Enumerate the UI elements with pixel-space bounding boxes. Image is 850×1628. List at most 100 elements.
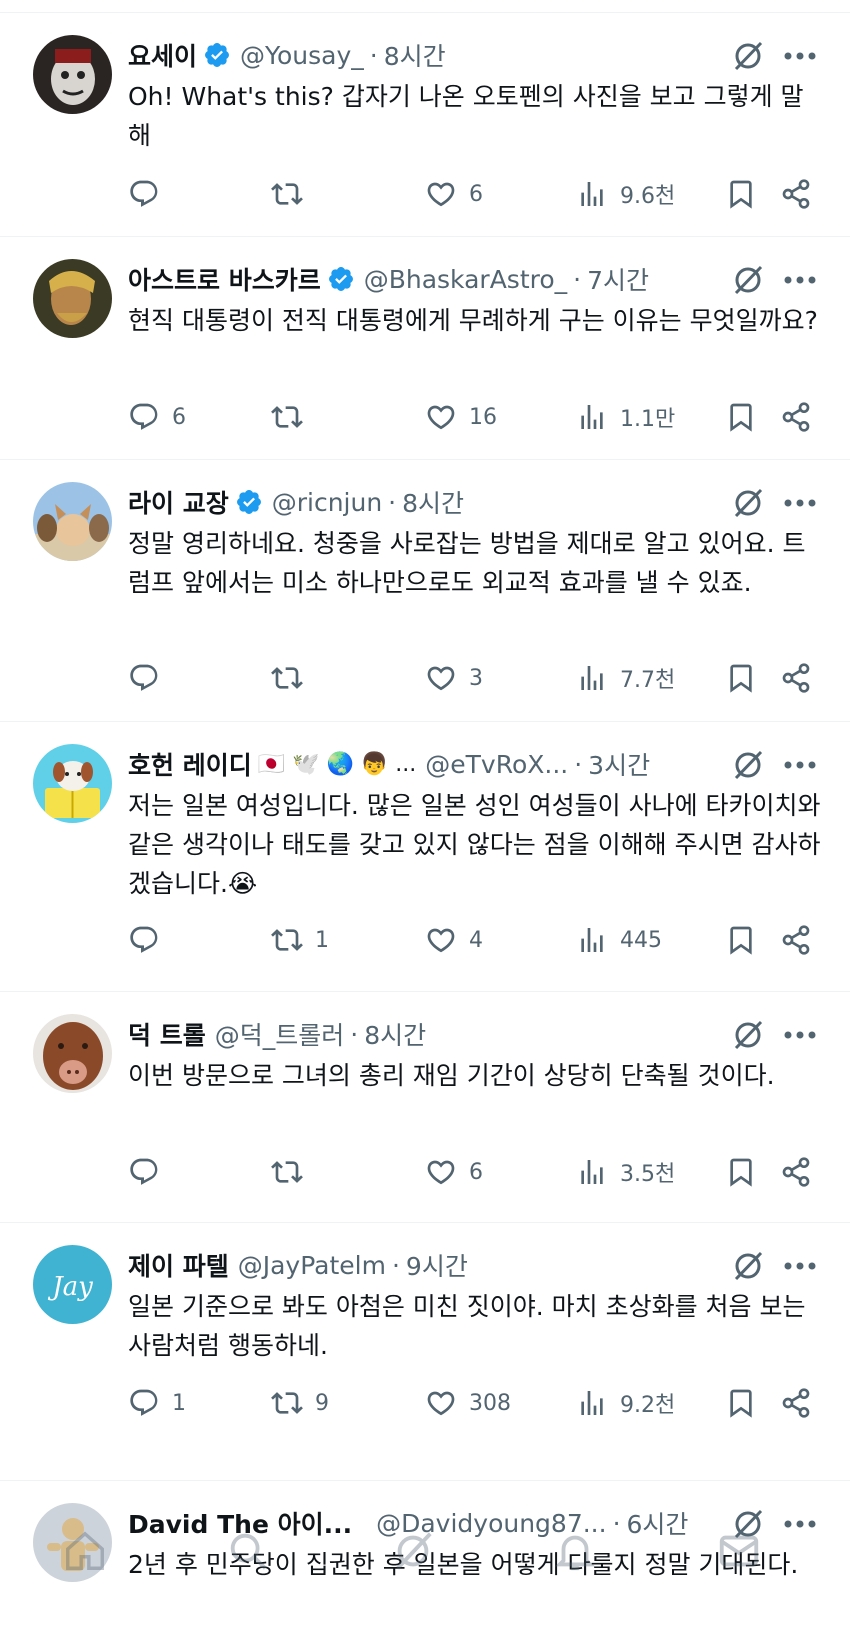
tweet[interactable]: Jay 제이 파텔 @JayPatelm · 9시간 일본 기준으로 봐도 아첨… [0, 1223, 850, 1481]
bookmark-button[interactable] [725, 174, 757, 214]
display-name[interactable]: 덕 트롤 [128, 1016, 206, 1052]
views-button[interactable]: 9.2천 [576, 1383, 675, 1423]
more-icon[interactable] [784, 1030, 816, 1040]
handle[interactable]: @JayPatelm [238, 1251, 386, 1280]
bookmark-button[interactable] [725, 920, 757, 960]
retweet-icon [271, 183, 303, 205]
separator-dot: · [574, 749, 583, 779]
bookmark-button[interactable] [725, 397, 757, 437]
more-icon[interactable] [784, 498, 816, 508]
share-button[interactable] [780, 1383, 812, 1423]
tweet[interactable]: 아스트로 바스카르 @BhaskarAstro_ · 7시간 현직 대통령이 전… [0, 237, 850, 460]
share-button[interactable] [780, 174, 812, 214]
display-name[interactable]: 제이 파텔 [128, 1247, 229, 1283]
timestamp[interactable]: 9시간 [406, 1247, 468, 1283]
grok-icon[interactable] [731, 748, 765, 782]
handle[interactable]: @eTvRoX... [425, 750, 568, 779]
retweet-icon [271, 1392, 303, 1414]
bookmark-button[interactable] [725, 1152, 757, 1192]
views-button[interactable]: 3.5천 [576, 1152, 675, 1192]
tweet-header: 호헌 레이디 🇯🇵 🕊️ 🌏 👦 ... @eTvRoX... · 3시간 [128, 746, 730, 782]
view-count: 9.6천 [620, 184, 676, 209]
grok-icon[interactable] [731, 1249, 765, 1283]
views-button[interactable]: 9.6천 [576, 174, 675, 214]
view-count: 3.5천 [620, 1162, 676, 1187]
retweet-button[interactable] [271, 397, 315, 437]
reply-button[interactable] [128, 920, 172, 960]
share-button[interactable] [780, 920, 812, 960]
views-button[interactable]: 445 [576, 920, 662, 960]
like-button[interactable]: 6 [425, 1152, 483, 1192]
avatar[interactable] [33, 35, 112, 114]
like-button[interactable]: 3 [425, 658, 483, 698]
tweet-text: 일본 기준으로 봐도 아첨은 미친 짓이야. 마치 초상화를 처음 보는 사람처… [128, 1292, 806, 1360]
grok-icon[interactable] [731, 1018, 765, 1052]
more-icon[interactable] [784, 51, 816, 61]
display-name[interactable]: 호헌 레이디 [128, 746, 252, 782]
avatar[interactable] [33, 259, 112, 338]
like-button[interactable]: 308 [425, 1383, 511, 1423]
search-icon[interactable] [225, 1528, 271, 1574]
heart-icon [427, 1391, 455, 1416]
display-name[interactable]: 아스트로 바스카르 [128, 261, 321, 297]
verified-badge-icon [236, 490, 261, 514]
handle[interactable]: @덕_트롤러 [215, 1016, 345, 1052]
retweet-button[interactable]: 1 [271, 920, 329, 960]
avatar[interactable] [33, 1014, 112, 1093]
bookmark-icon [730, 180, 752, 209]
views-button[interactable]: 1.1만 [576, 397, 675, 437]
timestamp[interactable]: 8시간 [402, 484, 464, 520]
avatar[interactable]: Jay [33, 1245, 112, 1324]
grok-icon[interactable] [731, 39, 765, 73]
tweet-header: 덕 트롤 @덕_트롤러 · 8시간 [128, 1016, 730, 1052]
share-button[interactable] [780, 1152, 812, 1192]
reply-button[interactable]: 1 [128, 1383, 186, 1423]
share-button[interactable] [780, 397, 812, 437]
handle[interactable]: @BhaskarAstro_ [364, 265, 567, 294]
more-icon[interactable] [784, 275, 816, 285]
retweet-button[interactable] [271, 658, 315, 698]
more-icon[interactable] [784, 1261, 816, 1271]
reply-button[interactable] [128, 174, 172, 214]
handle[interactable]: @ricnjun [272, 488, 382, 517]
more-icon[interactable] [784, 760, 816, 770]
views-button[interactable]: 7.7천 [576, 658, 675, 698]
reply-button[interactable]: 6 [128, 397, 186, 437]
bottom-nav-bar [0, 1488, 850, 1628]
avatar[interactable] [33, 482, 112, 561]
avatar[interactable] [33, 744, 112, 823]
reply-button[interactable] [128, 658, 172, 698]
share-icon [782, 179, 810, 209]
like-button[interactable]: 6 [425, 174, 483, 214]
timestamp[interactable]: 3시간 [588, 746, 650, 782]
display-name[interactable]: 라이 교장 [128, 484, 229, 520]
timestamp[interactable]: 8시간 [384, 37, 446, 73]
like-button[interactable]: 16 [425, 397, 497, 437]
bookmark-button[interactable] [725, 658, 757, 698]
like-button[interactable]: 4 [425, 920, 483, 960]
tweet[interactable]: 라이 교장 @ricnjun · 8시간 정말 영리하네요. 청중을 사로잡는 … [0, 460, 850, 722]
tweet[interactable]: 호헌 레이디 🇯🇵 🕊️ 🌏 👦 ... @eTvRoX... · 3시간 저는… [0, 722, 850, 992]
display-name[interactable]: 요세이 [128, 37, 197, 73]
reply-icon [130, 1389, 158, 1416]
tweet[interactable]: 덕 트롤 @덕_트롤러 · 8시간 이번 방문으로 그녀의 총리 재임 기간이 … [0, 992, 850, 1223]
bookmark-icon [730, 664, 752, 693]
notifications-bell-icon[interactable] [552, 1528, 598, 1574]
grok-icon[interactable] [731, 263, 765, 297]
handle[interactable]: @Yousay_ [240, 41, 364, 70]
grok-icon[interactable] [731, 486, 765, 520]
home-icon[interactable] [62, 1528, 108, 1574]
heart-icon [427, 405, 455, 430]
share-button[interactable] [780, 658, 812, 698]
retweet-button[interactable] [271, 1152, 315, 1192]
retweet-button[interactable]: 9 [271, 1383, 329, 1423]
messages-mail-icon[interactable] [716, 1528, 762, 1574]
retweet-button[interactable] [271, 174, 315, 214]
bookmark-button[interactable] [725, 1383, 757, 1423]
timestamp[interactable]: 8시간 [364, 1016, 426, 1052]
timestamp[interactable]: 7시간 [587, 261, 649, 297]
grok-nav-icon[interactable] [390, 1528, 436, 1574]
retweet-icon [271, 929, 303, 951]
reply-button[interactable] [128, 1152, 172, 1192]
tweet[interactable]: 요세이 @Yousay_ · 8시간 Oh! What's this? 갑자기 … [0, 13, 850, 237]
